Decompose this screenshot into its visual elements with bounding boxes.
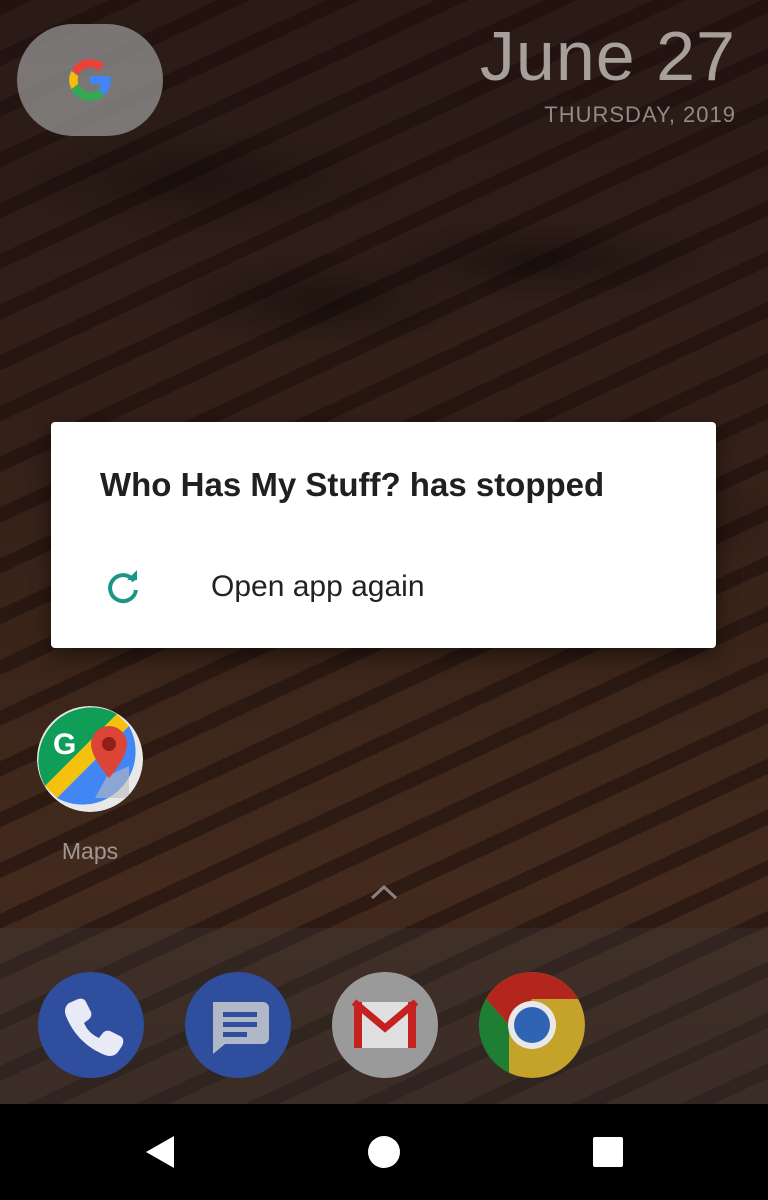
date-big: June 27 [479,17,736,95]
back-triangle-icon[interactable] [142,1132,182,1172]
gmail-icon [351,999,419,1048]
open-app-again-button[interactable]: Open app again [51,552,716,624]
phone-app-icon[interactable] [38,972,144,1078]
svg-text:G: G [53,728,76,761]
google-search-pill[interactable] [17,24,163,136]
refresh-icon [108,570,138,604]
chrome-icon [479,972,585,1078]
messages-app-icon[interactable] [185,972,291,1078]
navigation-bar [0,1104,768,1200]
home-circle-icon[interactable] [364,1132,404,1172]
app-crash-dialog: Who Has My Stuff? has stopped Open app a… [51,422,716,648]
date-widget[interactable]: June 27 THURSDAY, 2019 [480,16,736,128]
dock [0,928,768,1104]
maps-app-label: Maps [61,838,119,864]
phone-icon [65,998,124,1056]
recents-square-icon[interactable] [588,1132,628,1172]
date-small: THURSDAY, 2019 [544,102,736,127]
chrome-app-icon[interactable] [479,972,585,1078]
dialog-title: Who Has My Stuff? has stopped [100,466,605,503]
open-app-again-label: Open app again [211,570,425,603]
google-g-icon [69,59,111,101]
messages-icon [213,1002,269,1054]
google-maps-icon: G [37,706,143,812]
chevron-up-icon[interactable] [369,882,399,902]
gmail-app-icon[interactable] [332,972,438,1078]
maps-app-icon[interactable]: G [37,706,143,812]
